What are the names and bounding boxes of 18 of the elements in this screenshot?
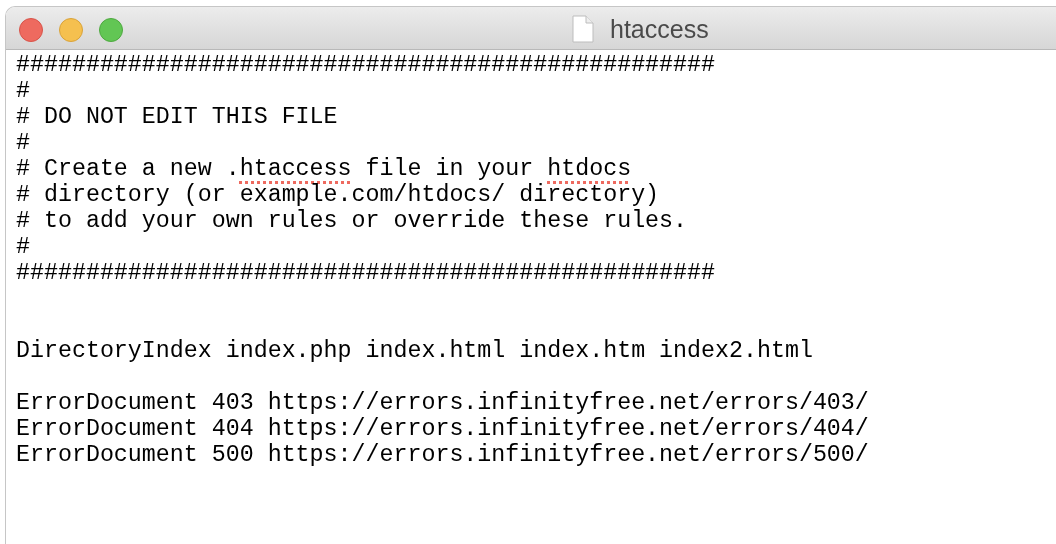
code-line: #: [16, 234, 30, 260]
code-line: ErrorDocument 404 https://errors.infinityfree.net/errors/404/: [16, 416, 869, 442]
code-line: ##################################################: [16, 260, 716, 286]
close-button[interactable]: [19, 18, 43, 42]
minimize-button[interactable]: [59, 18, 83, 42]
window-title: htaccess: [610, 15, 709, 43]
zoom-button[interactable]: [99, 18, 123, 42]
code-line: #: [16, 130, 30, 156]
code-line: # Create a new .htaccess file in your htdocs: [16, 156, 632, 182]
code-line: #: [16, 78, 30, 104]
document-icon: [572, 15, 594, 43]
code-line: # to add your own rules or override these rules.: [16, 208, 688, 234]
code-line: ErrorDocument 500 https://errors.infinityfree.net/errors/500/: [16, 442, 869, 468]
code-line: # DO NOT EDIT THIS FILE: [16, 104, 338, 130]
code-line: DirectoryIndex index.php index.html index.htm index2.html: [16, 338, 813, 364]
code-line: ##################################################: [16, 52, 716, 78]
code-line: # directory (or example.com/htdocs/ directory): [16, 182, 660, 208]
code-line: ErrorDocument 403 https://errors.infinityfree.net/errors/403/: [16, 390, 869, 416]
